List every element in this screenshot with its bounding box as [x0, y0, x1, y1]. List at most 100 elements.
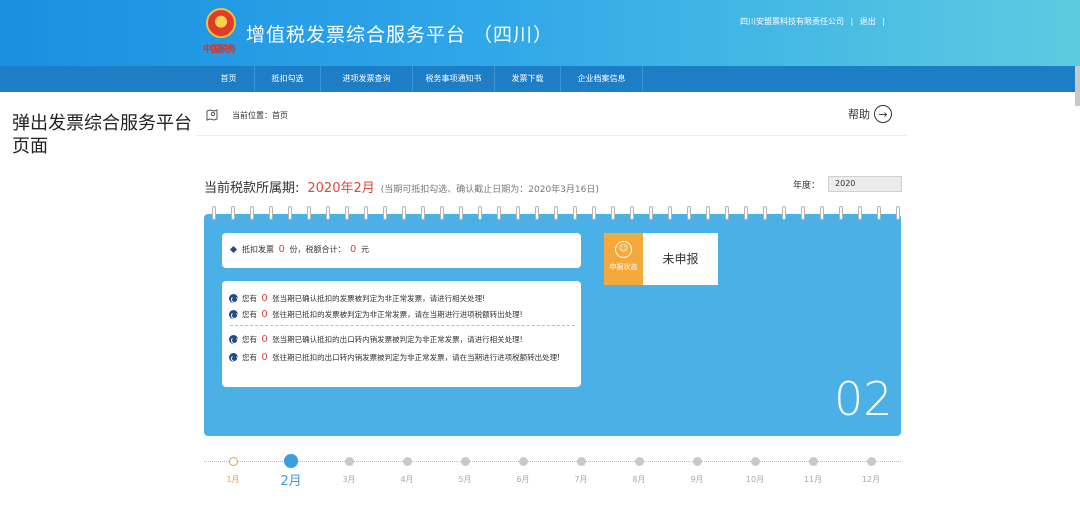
timeline-dot-3[interactable]: [344, 457, 354, 466]
notice-prefix: 您有: [242, 353, 257, 362]
page-scrollbar[interactable]: [1075, 66, 1080, 106]
timeline-month-1[interactable]: 1月: [226, 474, 239, 485]
binder-ring: [345, 206, 349, 220]
binder-ring: [326, 206, 330, 220]
notice-count[interactable]: 0: [261, 293, 267, 304]
header-separator: |: [882, 17, 885, 26]
timeline-dot-8[interactable]: [634, 457, 644, 466]
binder-ring: [554, 206, 558, 220]
binder-ring: [535, 206, 539, 220]
notice-item: 您有 0 张当期已确认抵扣的发票被判定为非正常发票，请进行相关处理!: [229, 292, 574, 305]
timeline-dot-2[interactable]: [284, 454, 298, 468]
tax-amount: 0: [350, 244, 357, 255]
notice-item: 您有 0 张往期已抵扣的发票被判定为非正常发票，请在当期进行进项税额转出处理!: [229, 308, 574, 321]
binder-ring: [744, 206, 748, 220]
nav-item-deduction-check[interactable]: 抵扣勾选: [255, 66, 321, 92]
timeline-dot-1[interactable]: [228, 457, 238, 466]
user-status-icon: ☺: [615, 241, 632, 258]
info-bullet-icon: [229, 335, 238, 344]
binder-ring: [649, 206, 653, 220]
timeline-month-6[interactable]: 6月: [516, 474, 529, 485]
timeline-track: [204, 461, 901, 462]
timeline-month-11[interactable]: 11月: [804, 474, 822, 485]
header-bar: 中国税务 增值税发票综合服务平台 （四川） 四川安盟票科技有限责任公司 | 退出…: [0, 0, 1080, 66]
tax-emblem-icon: [206, 8, 236, 38]
timeline-dot-9[interactable]: [692, 457, 702, 466]
notice-prefix: 您有: [242, 294, 257, 303]
binder-ring: [364, 206, 368, 220]
breadcrumb-text: 当前位置：首页: [232, 110, 288, 121]
diamond-bullet-icon: [229, 245, 238, 254]
binder-ring: [763, 206, 767, 220]
app-root: 中国税务 增值税发票综合服务平台 （四川） 四川安盟票科技有限责任公司 | 退出…: [0, 0, 1080, 507]
header-separator: |: [850, 17, 854, 26]
header-links: 四川安盟票科技有限责任公司 | 退出 |: [736, 16, 885, 27]
binder-ring: [630, 206, 634, 220]
logout-link[interactable]: 退出: [860, 17, 876, 26]
binder-ring: [896, 206, 900, 220]
location-icon: [206, 109, 218, 121]
declaration-status[interactable]: ☺ 申报状态 未申报: [604, 233, 718, 285]
period-value: 2020年2月: [307, 181, 375, 196]
binder-ring: [592, 206, 596, 220]
binder-ring: [231, 206, 235, 220]
year-label: 年度：: [793, 180, 821, 191]
nav-item-home[interactable]: 首页: [203, 66, 255, 92]
nav-item-input-invoice-query[interactable]: 进项发票查询: [321, 66, 413, 92]
info-bullet-icon: [229, 310, 238, 319]
timeline-month-12[interactable]: 12月: [862, 474, 880, 485]
binder-ring: [801, 206, 805, 220]
timeline-month-8[interactable]: 8月: [632, 474, 645, 485]
binder-ring: [706, 206, 710, 220]
tax-logo: 中国税务: [203, 8, 239, 56]
year-select[interactable]: 2020: [828, 176, 903, 192]
notice-item: 您有 0 张当期已确认抵扣的出口转内销发票被判定为非正常发票，请进行相关处理!: [229, 333, 574, 346]
nav-item-tax-notice[interactable]: 税务事项通知书: [413, 66, 495, 92]
notice-count[interactable]: 0: [261, 352, 267, 363]
binder-ring: [858, 206, 862, 220]
timeline-dot-6[interactable]: [518, 457, 528, 466]
timeline-month-5[interactable]: 5月: [458, 474, 471, 485]
timeline-dot-5[interactable]: [460, 457, 470, 466]
binder-ring: [839, 206, 843, 220]
timeline-month-10[interactable]: 10月: [746, 474, 764, 485]
deduction-summary: 抵扣发票 0 份，税额合计： 0 元: [222, 233, 581, 268]
logo-text: 中国税务: [203, 45, 236, 55]
timeline-dot-11[interactable]: [808, 457, 818, 466]
nav-item-invoice-download[interactable]: 发票下载: [495, 66, 561, 92]
binder-ring: [611, 206, 615, 220]
notice-count[interactable]: 0: [261, 334, 267, 345]
timeline-month-3[interactable]: 3月: [342, 474, 355, 485]
timeline-dot-7[interactable]: [576, 457, 586, 466]
notice-divider: [230, 325, 575, 326]
timeline-month-7[interactable]: 7月: [574, 474, 587, 485]
notice-text: 张往期已抵扣的出口转内销发票被判定为非正常发票，请在当期进行进项税额转出处理!: [272, 353, 561, 362]
status-badge-label: 申报状态: [609, 263, 638, 271]
timeline-month-4[interactable]: 4月: [400, 474, 413, 485]
month-timeline: 1月 2月 3月 4月 5月 6月 7月 8月 9月 10月 11月 12月: [204, 454, 901, 504]
binder-ring: [307, 206, 311, 220]
period-label: 当前税款所属期:: [204, 181, 300, 196]
timeline-dot-12[interactable]: [866, 457, 876, 466]
status-badge: ☺ 申报状态: [604, 233, 643, 285]
summary-text: 抵扣发票 0 份，税额合计： 0 元: [242, 244, 369, 255]
timeline-month-2[interactable]: 2月: [280, 470, 301, 489]
notice-prefix: 您有: [242, 310, 257, 319]
site-title: 增值税发票综合服务平台 （四川）: [246, 24, 554, 46]
company-name: 四川安盟票科技有限责任公司: [739, 17, 844, 26]
breadcrumb-current[interactable]: 首页: [272, 111, 288, 120]
timeline-dot-4[interactable]: [402, 457, 412, 466]
notice-item: 您有 0 张往期已抵扣的出口转内销发票被判定为非正常发票，请在当期进行进项税额转…: [229, 351, 574, 364]
binder-ring: [687, 206, 691, 220]
timeline-month-9[interactable]: 9月: [690, 474, 703, 485]
notice-count[interactable]: 0: [261, 309, 267, 320]
timeline-dot-10[interactable]: [750, 457, 760, 466]
main-nav: 首页 抵扣勾选 进项发票查询 税务事项通知书 发票下载 企业档案信息: [0, 66, 1080, 92]
help-button[interactable]: 帮助 →: [848, 105, 892, 123]
breadcrumb-label: 当前位置：: [232, 111, 272, 120]
nav-item-company-profile[interactable]: 企业档案信息: [561, 66, 643, 92]
month-number: 02: [834, 372, 893, 426]
binder-ring: [269, 206, 273, 220]
binder-ring: [820, 206, 824, 220]
binder-ring: [459, 206, 463, 220]
